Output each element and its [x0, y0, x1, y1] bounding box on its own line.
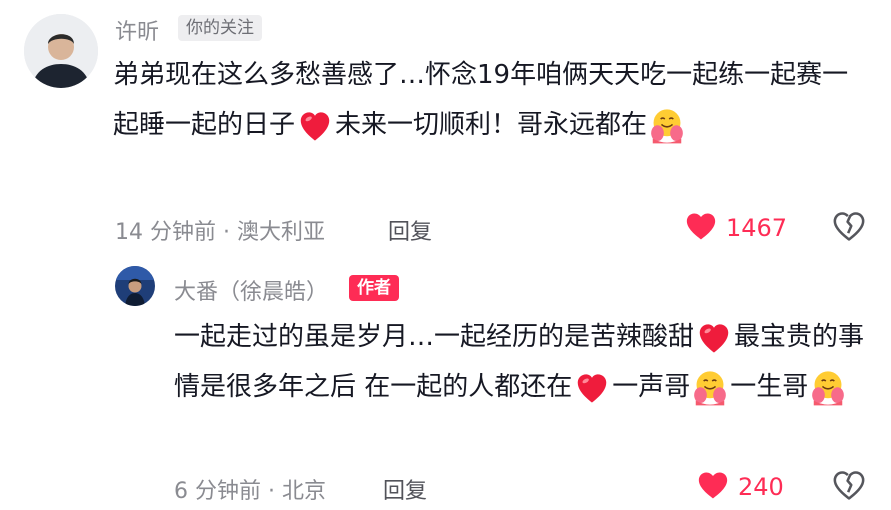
broken-heart-icon — [832, 471, 866, 505]
reply-text-part-3: 一声哥 — [612, 372, 691, 402]
reply-text: 一起走过的虽是岁月…一起经历的是苦辣酸甜 最宝贵的事情是很多年之后 在一起的人都还… — [174, 312, 874, 412]
comment-time-location: 14 分钟前 · 澳大利亚 — [115, 220, 325, 245]
reply-reply-button[interactable]: 回复 — [383, 473, 427, 505]
commenter-avatar[interactable] — [24, 14, 98, 88]
red-heart-icon — [573, 369, 611, 407]
follow-badge: 你的关注 — [178, 15, 262, 41]
hugging-face-icon — [648, 107, 686, 145]
heart-icon — [684, 210, 718, 246]
hugging-face-icon — [809, 369, 847, 407]
reply-like-count: 240 — [738, 473, 784, 501]
hugging-face-icon — [691, 369, 729, 407]
reply-dislike-button[interactable] — [832, 469, 866, 505]
reply-author-name[interactable]: 大番（徐晨皓） — [174, 274, 328, 306]
comment-like-button[interactable]: 1467 — [684, 210, 787, 246]
author-badge: 作者 — [349, 275, 399, 301]
red-heart-icon — [695, 319, 733, 357]
comment-dislike-button[interactable] — [832, 210, 866, 246]
red-heart-icon — [296, 107, 334, 145]
heart-icon — [696, 469, 730, 505]
reply-text-part-1: 一起走过的虽是岁月…一起经历的是苦辣酸甜 — [174, 322, 695, 352]
comment-text: 弟弟现在这么多愁善感了…怀念19年咱俩天天吃一起练一起赛一起睡一起的日子 未来一切… — [113, 50, 873, 150]
commenter-name[interactable]: 许昕 — [115, 14, 159, 46]
comment-like-count: 1467 — [726, 214, 788, 242]
comment-reply-button[interactable]: 回复 — [388, 214, 432, 246]
comment-text-part-2: 未来一切顺利！哥永远都在 — [335, 110, 648, 140]
reply-like-button[interactable]: 240 — [696, 469, 784, 505]
reply-text-part-4: 一生哥 — [730, 372, 809, 402]
reply-author-avatar[interactable] — [115, 266, 155, 306]
reply-time-location: 6 分钟前 · 北京 — [174, 479, 326, 504]
broken-heart-icon — [832, 212, 866, 246]
